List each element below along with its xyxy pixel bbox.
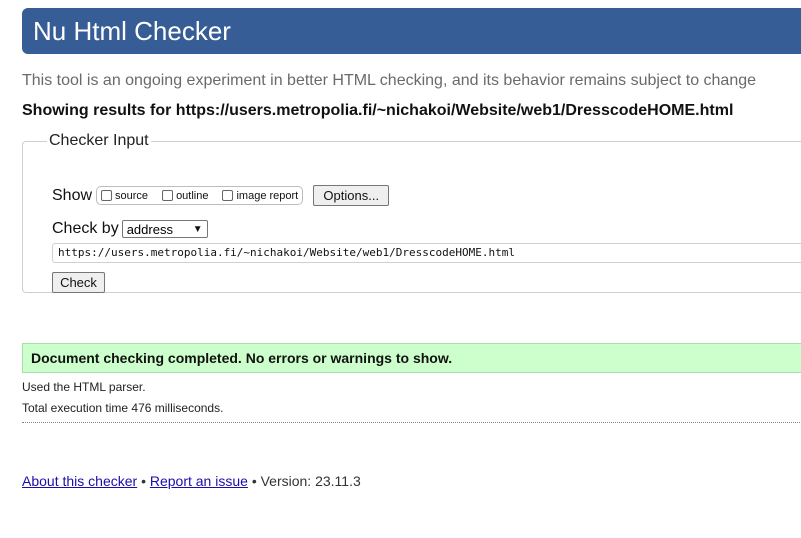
about-checker-link[interactable]: About this checker	[22, 473, 137, 489]
checker-input-legend: Checker Input	[49, 132, 149, 149]
tagline: This tool is an ongoing experiment in be…	[22, 72, 757, 89]
image-report-option[interactable]: image report	[222, 190, 298, 202]
page-title: Nu Html Checker	[33, 16, 231, 46]
footer: About this checker • Report an issue • V…	[22, 473, 361, 489]
showing-results-heading: Showing results for https://users.metrop…	[22, 102, 734, 119]
success-message: Document checking completed. No errors o…	[22, 343, 801, 373]
outline-option[interactable]: outline	[162, 190, 208, 202]
outline-checkbox[interactable]	[162, 190, 174, 201]
report-issue-link[interactable]: Report an issue	[150, 473, 248, 489]
check-by-label: Check by	[52, 220, 119, 237]
dotted-divider	[22, 422, 801, 423]
source-checkbox[interactable]	[101, 190, 113, 201]
image-report-checkbox[interactable]	[222, 190, 234, 201]
check-button[interactable]: Check	[52, 272, 105, 293]
check-by-value: address	[126, 221, 173, 237]
version-text: Version: 23.11.3	[260, 473, 361, 489]
check-by-select[interactable]: address ▼	[121, 220, 208, 238]
options-button[interactable]: Options...	[313, 185, 390, 206]
execution-time-note: Total execution time 476 milliseconds.	[22, 401, 224, 415]
show-label: Show	[52, 186, 93, 204]
footer-separator: •	[251, 473, 257, 489]
show-row: Show source outline image report Options…	[52, 185, 390, 206]
check-by-row: Check by address ▼	[52, 220, 208, 238]
checker-input-fieldset: Checker Input Show source outline image …	[22, 132, 801, 293]
show-options-group: source outline image report	[96, 186, 304, 205]
source-label: source	[115, 189, 149, 202]
parser-note: Used the HTML parser.	[22, 380, 146, 394]
image-report-label: image report	[236, 189, 299, 202]
url-input[interactable]: https://users.metropolia.fi/~nichakoi/We…	[52, 243, 801, 263]
source-option[interactable]: source	[101, 190, 148, 202]
outline-label: outline	[176, 189, 209, 202]
footer-separator: •	[141, 473, 146, 489]
chevron-down-icon: ▼	[192, 223, 203, 235]
page-header: Nu Html Checker	[22, 8, 801, 54]
